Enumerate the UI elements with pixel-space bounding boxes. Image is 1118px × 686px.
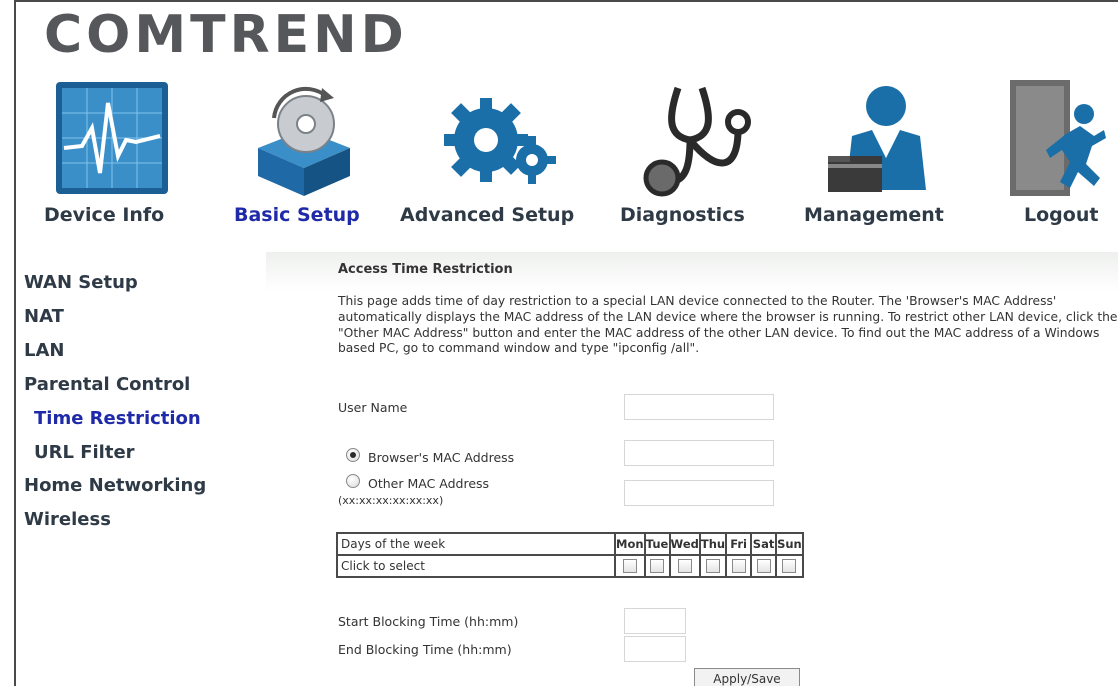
page-description: This page adds time of day restriction t… (338, 294, 1118, 356)
day-wed-header: Wed (668, 532, 701, 556)
start-blocking-input[interactable] (624, 608, 686, 634)
day-sun-checkbox[interactable] (782, 559, 797, 574)
nav-logout[interactable]: Logout (1024, 204, 1098, 226)
other-mac-label: Other MAC Address (368, 476, 490, 491)
management-icon[interactable] (822, 78, 942, 200)
day-mon-header: Mon (614, 532, 646, 556)
sidebar-item-lan[interactable]: LAN (24, 340, 64, 361)
nav-management[interactable]: Management (804, 204, 944, 226)
day-fri-header: Fri (725, 532, 753, 556)
day-tue-checkbox[interactable] (650, 559, 665, 574)
day-sat-header: Sat (750, 532, 778, 556)
days-header-row: Days of the week Mon Tue Wed Thu Fri Sat… (336, 532, 804, 556)
day-wed-checkbox[interactable] (677, 559, 692, 574)
sidebar-item-parental-control[interactable]: Parental Control (24, 374, 190, 395)
day-mon-checkbox[interactable] (622, 559, 637, 574)
day-thu-header: Thu (698, 532, 728, 556)
nav-advanced-setup[interactable]: Advanced Setup (400, 204, 574, 226)
start-blocking-label: Start Blocking Time (hh:mm) (338, 614, 519, 629)
end-blocking-input[interactable] (624, 636, 686, 662)
sidebar-item-time-restriction[interactable]: Time Restriction (34, 408, 201, 429)
days-table: Days of the week Mon Tue Wed Thu Fri Sat… (336, 532, 804, 578)
diagnostics-icon[interactable] (638, 78, 758, 200)
click-to-select-label: Click to select (336, 554, 616, 578)
days-checkbox-row: Click to select (336, 554, 804, 578)
advanced-setup-icon[interactable] (434, 78, 556, 200)
browser-mac-label: Browser's MAC Address (368, 450, 515, 465)
main-content: Access Time Restriction This page adds t… (266, 252, 1118, 686)
comtrend-logo: COMTREND (44, 5, 408, 65)
sidebar-item-wireless[interactable]: Wireless (24, 509, 111, 530)
user-name-label: User Name (338, 400, 408, 415)
sidebar-item-home-networking[interactable]: Home Networking (24, 475, 206, 496)
logout-icon[interactable] (1006, 78, 1118, 200)
apply-save-button[interactable]: Apply/Save (694, 668, 800, 686)
browser-mac-radio[interactable] (346, 448, 360, 462)
day-tue-header: Tue (643, 532, 671, 556)
device-info-icon[interactable] (52, 78, 172, 200)
page-title: Access Time Restriction (338, 262, 513, 277)
nav-diagnostics[interactable]: Diagnostics (620, 204, 745, 226)
page-frame: COMTREND Device Info Basic Setup Advance… (14, 0, 1118, 686)
days-header-label: Days of the week (336, 532, 616, 556)
basic-setup-icon[interactable] (244, 78, 364, 200)
other-mac-format-hint: (xx:xx:xx:xx:xx:xx) (338, 494, 444, 507)
sidebar-item-url-filter[interactable]: URL Filter (34, 442, 135, 463)
other-mac-input[interactable] (624, 480, 774, 506)
sidebar: WAN Setup NAT LAN Parental Control Time … (16, 252, 266, 686)
day-sat-checkbox[interactable] (756, 559, 771, 574)
nav-basic-setup[interactable]: Basic Setup (234, 204, 360, 226)
end-blocking-label: End Blocking Time (hh:mm) (338, 642, 512, 657)
browser-mac-input[interactable] (624, 440, 774, 466)
nav-device-info[interactable]: Device Info (44, 204, 164, 226)
sidebar-item-wan-setup[interactable]: WAN Setup (24, 272, 138, 293)
day-fri-checkbox[interactable] (731, 559, 746, 574)
other-mac-radio[interactable] (346, 474, 360, 488)
user-name-input[interactable] (624, 394, 774, 420)
day-sun-header: Sun (775, 532, 804, 556)
day-thu-checkbox[interactable] (705, 559, 720, 574)
sidebar-item-nat[interactable]: NAT (24, 306, 64, 327)
